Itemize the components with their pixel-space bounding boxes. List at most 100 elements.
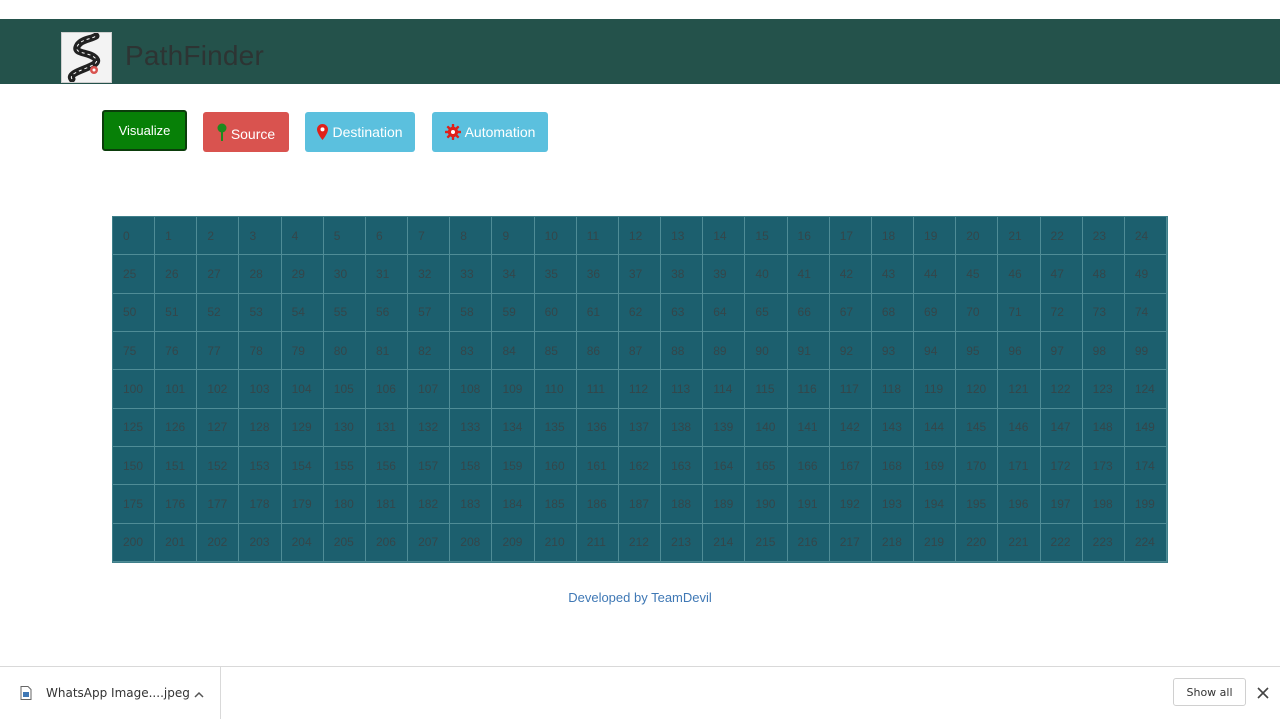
grid-cell[interactable]: 196	[998, 485, 1041, 524]
grid-cell[interactable]: 214	[703, 523, 746, 562]
grid-cell[interactable]: 68	[871, 293, 915, 332]
grid-cell[interactable]: 211	[576, 523, 619, 562]
grid-cell[interactable]: 98	[1082, 331, 1125, 371]
grid-cell[interactable]: 88	[661, 331, 704, 371]
grid-cell[interactable]: 17	[829, 217, 872, 256]
grid-cell[interactable]: 89	[703, 331, 746, 371]
grid-cell[interactable]: 11	[576, 217, 619, 256]
grid-cell[interactable]: 197	[1040, 485, 1083, 524]
grid-cell[interactable]: 25	[113, 255, 156, 294]
grid-cell[interactable]: 94	[914, 331, 957, 371]
grid-cell[interactable]: 56	[365, 293, 409, 332]
grid-cell[interactable]: 218	[871, 523, 915, 562]
grid-cell[interactable]: 159	[492, 446, 535, 486]
grid-cell[interactable]: 45	[956, 255, 999, 294]
grid-cell[interactable]: 114	[703, 370, 746, 409]
grid-cell[interactable]: 95	[956, 331, 999, 371]
grid-cell[interactable]: 162	[618, 446, 662, 486]
grid-cell[interactable]: 103	[239, 370, 282, 409]
grid-cell[interactable]: 219	[914, 523, 957, 562]
grid-cell[interactable]: 130	[323, 408, 366, 447]
grid-cell[interactable]: 172	[1040, 446, 1083, 486]
grid-cell[interactable]: 147	[1040, 408, 1083, 447]
grid-cell[interactable]: 155	[323, 446, 366, 486]
grid-cell[interactable]: 201	[155, 523, 198, 562]
grid-cell[interactable]: 28	[239, 255, 282, 294]
grid-cell[interactable]: 118	[871, 370, 915, 409]
grid-cell[interactable]: 151	[155, 446, 198, 486]
grid-cell[interactable]: 213	[661, 523, 704, 562]
grid-cell[interactable]: 33	[450, 255, 493, 294]
grid-cell[interactable]: 39	[703, 255, 746, 294]
grid-cell[interactable]: 222	[1040, 523, 1083, 562]
grid-cell[interactable]: 156	[365, 446, 409, 486]
grid-cell[interactable]: 149	[1124, 408, 1167, 447]
grid-cell[interactable]: 64	[703, 293, 746, 332]
grid-cell[interactable]: 104	[281, 370, 324, 409]
grid-cell[interactable]: 35	[534, 255, 577, 294]
grid-cell[interactable]: 78	[239, 331, 282, 371]
grid-cell[interactable]: 182	[408, 485, 451, 524]
grid-cell[interactable]: 183	[450, 485, 493, 524]
grid-cell[interactable]: 109	[492, 370, 535, 409]
grid-cell[interactable]: 208	[450, 523, 493, 562]
grid-cell[interactable]: 14	[703, 217, 746, 256]
grid-cell[interactable]: 69	[914, 293, 957, 332]
download-item[interactable]: WhatsApp Image....jpeg	[0, 667, 221, 719]
grid-cell[interactable]: 144	[914, 408, 957, 447]
automation-button[interactable]: Automation	[432, 112, 548, 152]
grid-cell[interactable]: 6	[365, 217, 409, 256]
grid-cell[interactable]: 190	[745, 485, 788, 524]
grid-cell[interactable]: 177	[197, 485, 240, 524]
grid-cell[interactable]: 61	[576, 293, 619, 332]
grid-cell[interactable]: 65	[745, 293, 788, 332]
grid-cell[interactable]: 44	[914, 255, 957, 294]
grid-cell[interactable]: 47	[1040, 255, 1083, 294]
grid-cell[interactable]: 110	[534, 370, 577, 409]
grid-cell[interactable]: 178	[239, 485, 282, 524]
grid-cell[interactable]: 169	[914, 446, 957, 486]
grid-cell[interactable]: 174	[1124, 446, 1167, 486]
grid-cell[interactable]: 148	[1082, 408, 1125, 447]
grid-cell[interactable]: 188	[661, 485, 704, 524]
grid-cell[interactable]: 59	[492, 293, 535, 332]
grid-cell[interactable]: 185	[534, 485, 577, 524]
grid-cell[interactable]: 142	[829, 408, 872, 447]
grid-cell[interactable]: 176	[155, 485, 198, 524]
grid-cell[interactable]: 27	[197, 255, 240, 294]
grid-cell[interactable]: 79	[281, 331, 324, 371]
source-button[interactable]: Source	[203, 112, 289, 152]
grid-cell[interactable]: 207	[408, 523, 451, 562]
grid-cell[interactable]: 198	[1082, 485, 1125, 524]
grid-cell[interactable]: 186	[576, 485, 619, 524]
grid-cell[interactable]: 66	[787, 293, 830, 332]
grid-cell[interactable]: 140	[745, 408, 788, 447]
grid-cell[interactable]: 2	[197, 217, 240, 256]
grid-cell[interactable]: 3	[239, 217, 282, 256]
grid-cell[interactable]: 81	[365, 331, 409, 371]
grid-cell[interactable]: 29	[281, 255, 324, 294]
grid-cell[interactable]: 75	[113, 331, 156, 371]
pathfinding-grid[interactable]: 0 1 2 3 4 5 6 7 8 9 10 11 12 13 14 15 16 17 18 19 20 21 22 23 24…	[112, 216, 1168, 563]
grid-cell[interactable]: 54	[281, 293, 324, 332]
grid-cell[interactable]: 168	[871, 446, 915, 486]
grid-cell[interactable]: 41	[787, 255, 830, 294]
grid-cell[interactable]: 150	[113, 446, 156, 486]
grid-cell[interactable]: 146	[998, 408, 1041, 447]
grid-cell[interactable]: 22	[1040, 217, 1083, 256]
grid-cell[interactable]: 128	[239, 408, 282, 447]
grid-cell[interactable]: 74	[1124, 293, 1167, 332]
grid-cell[interactable]: 48	[1082, 255, 1125, 294]
show-all-button[interactable]: Show all	[1173, 678, 1246, 706]
grid-cell[interactable]: 55	[323, 293, 366, 332]
grid-cell[interactable]: 134	[492, 408, 535, 447]
grid-cell[interactable]: 158	[450, 446, 493, 486]
grid-cell[interactable]: 175	[113, 485, 156, 524]
grid-cell[interactable]: 90	[745, 331, 788, 371]
grid-cell[interactable]: 51	[155, 293, 198, 332]
grid-cell[interactable]: 80	[323, 331, 366, 371]
grid-cell[interactable]: 215	[745, 523, 788, 562]
grid-cell[interactable]: 160	[534, 446, 577, 486]
grid-cell[interactable]: 164	[703, 446, 746, 486]
grid-cell[interactable]: 181	[365, 485, 409, 524]
